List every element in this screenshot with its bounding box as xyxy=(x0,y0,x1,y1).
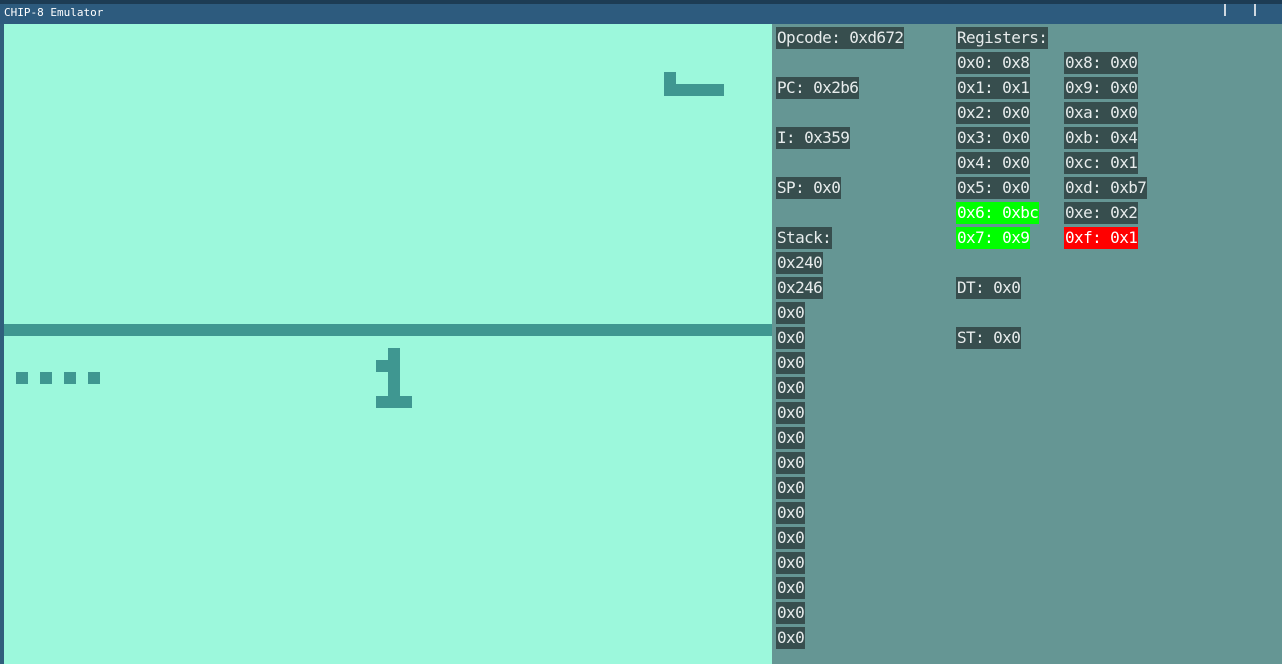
stack-entry: 0x0 xyxy=(776,477,806,499)
i-register-label: I: 0x359 xyxy=(776,127,851,149)
stack-entry: 0x0 xyxy=(776,352,806,374)
stack-entry: 0x0 xyxy=(776,302,806,324)
emulator-display xyxy=(4,24,772,664)
stack-entry: 0x0 xyxy=(776,577,806,599)
register-vb: 0xb: 0x4 xyxy=(1064,127,1139,149)
display-pixel xyxy=(388,348,400,396)
stack-entry: 0x0 xyxy=(776,427,806,449)
display-pixel xyxy=(16,372,28,384)
stack-entry: 0x0 xyxy=(776,627,806,649)
pc-label: PC: 0x2b6 xyxy=(776,77,860,99)
stack-entry: 0x0 xyxy=(776,602,806,624)
register-v0: 0x0: 0x8 xyxy=(956,52,1031,74)
sound-timer-label: ST: 0x0 xyxy=(956,327,1022,349)
opcode-label: Opcode: 0xd672 xyxy=(776,27,905,49)
stack-entry: 0x240 xyxy=(776,252,824,274)
register-v9: 0x9: 0x0 xyxy=(1064,77,1139,99)
delay-timer-label: DT: 0x0 xyxy=(956,277,1022,299)
window-title: CHIP-8 Emulator xyxy=(4,6,104,19)
register-vd: 0xd: 0xb7 xyxy=(1064,177,1148,199)
register-v3: 0x3: 0x0 xyxy=(956,127,1031,149)
register-v7: 0x7: 0x9 xyxy=(956,227,1031,249)
stack-entry: 0x0 xyxy=(776,552,806,574)
stack-entry: 0x246 xyxy=(776,277,824,299)
stack-entry: 0x0 xyxy=(776,452,806,474)
display-divider xyxy=(4,324,772,336)
register-v8: 0x8: 0x0 xyxy=(1064,52,1139,74)
display-pixel xyxy=(40,372,52,384)
display-pixel xyxy=(376,396,412,408)
titlebar-divider xyxy=(1254,4,1256,16)
stack-entry: 0x0 xyxy=(776,502,806,524)
sp-label: SP: 0x0 xyxy=(776,177,842,199)
stack-header: Stack: xyxy=(776,227,833,249)
display-pixel xyxy=(88,372,100,384)
register-vf: 0xf: 0x1 xyxy=(1064,227,1139,249)
register-v5: 0x5: 0x0 xyxy=(956,177,1031,199)
registers-header: Registers: xyxy=(956,27,1049,49)
debug-panel: Opcode: 0xd672 PC: 0x2b6 I: 0x359 SP: 0x… xyxy=(772,24,1282,664)
display-pixel xyxy=(664,84,724,96)
register-vc: 0xc: 0x1 xyxy=(1064,152,1139,174)
register-ve: 0xe: 0x2 xyxy=(1064,202,1139,224)
register-v1: 0x1: 0x1 xyxy=(956,77,1031,99)
register-v4: 0x4: 0x0 xyxy=(956,152,1031,174)
stack-entry: 0x0 xyxy=(776,377,806,399)
register-v2: 0x2: 0x0 xyxy=(956,102,1031,124)
display-pixel xyxy=(376,360,388,372)
stack-entry: 0x0 xyxy=(776,327,806,349)
register-v6: 0x6: 0xbc xyxy=(956,202,1040,224)
titlebar-divider xyxy=(1224,4,1226,16)
stack-entry: 0x0 xyxy=(776,402,806,424)
display-pixel xyxy=(64,372,76,384)
window-title-bar[interactable]: CHIP-8 Emulator xyxy=(0,0,1282,24)
register-va: 0xa: 0x0 xyxy=(1064,102,1139,124)
stack-entry: 0x0 xyxy=(776,527,806,549)
